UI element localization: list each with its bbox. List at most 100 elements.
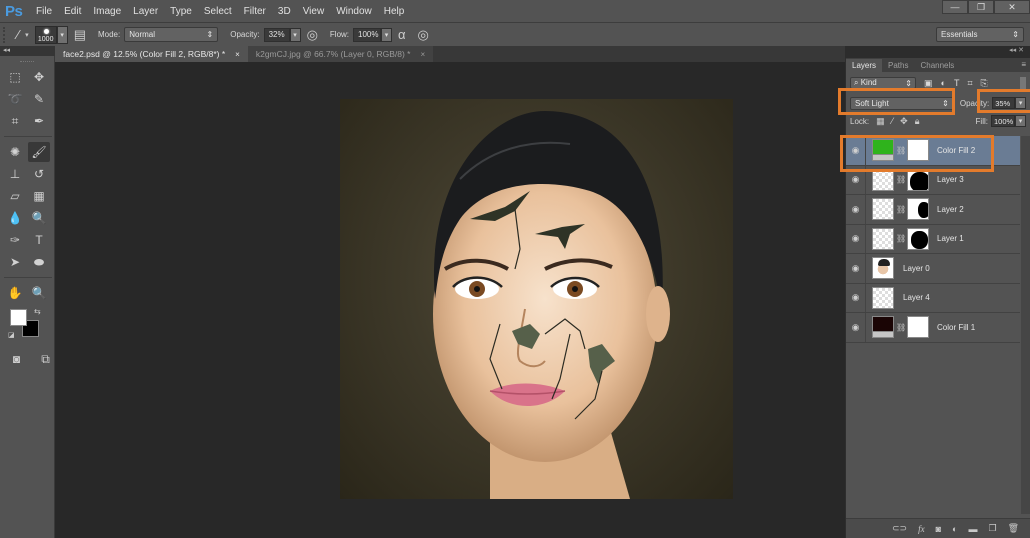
lock-all-icon[interactable]: 🔒︎ [915,116,920,127]
flow-input[interactable]: 100% [353,27,382,42]
menu-3d[interactable]: 3D [272,6,297,17]
photo-thumbnail[interactable] [872,257,894,280]
spot-healing-tool-icon[interactable]: ✺ [4,142,26,162]
menu-layer[interactable]: Layer [127,6,164,17]
close-tab-icon[interactable]: × [420,50,425,59]
brush-tool-icon[interactable]: 🖌 [28,142,50,162]
delete-layer-icon[interactable]: 🗑︎ [1008,523,1019,534]
filter-type-icon[interactable]: T [954,78,960,88]
visibility-eye-icon[interactable]: ◉ [846,224,866,253]
lock-position-icon[interactable]: ✥ [900,116,908,127]
fill-input[interactable]: 100% [991,115,1015,127]
pressure-size-icon[interactable]: ◎ [418,27,429,43]
path-selection-tool-icon[interactable]: ➤ [4,252,26,272]
fx-icon[interactable]: fx [918,524,925,534]
layer-row-layer-0[interactable]: ◉ Layer 0 [846,254,1020,284]
layer-thumbnail[interactable] [872,227,894,250]
options-grip[interactable] [3,26,11,43]
gradient-tool-icon[interactable]: ▦ [28,186,50,206]
panel-collapse-bar[interactable]: ◂◂ ✕ [845,46,1030,58]
layer-row-layer-1[interactable]: ◉ ⛓ Layer 1 [846,224,1020,254]
restore-button[interactable]: ❐ [968,0,994,14]
blend-mode-select[interactable]: Soft Light ⇕ [850,96,954,110]
airbrush-icon[interactable]: α [398,27,406,42]
visibility-eye-icon[interactable]: ◉ [846,195,866,224]
hand-tool-icon[interactable]: ✋ [4,283,26,303]
tab-face2[interactable]: face2.psd @ 12.5% (Color Fill 2, RGB/8*)… [55,46,248,62]
mask-thumbnail[interactable] [907,227,929,250]
layer-row-layer-3[interactable]: ◉ ⛓ Layer 3 [846,165,1020,195]
link-layers-icon[interactable]: ⊂⊃ [892,523,907,534]
layer-row-color-fill-2[interactable]: ◉ ⛓ Color Fill 2 [846,136,1020,166]
mask-thumbnail[interactable] [907,198,929,221]
menu-view[interactable]: View [297,6,331,17]
filter-toggle[interactable] [1020,77,1026,89]
lock-transparency-icon[interactable]: ▦ [876,116,885,127]
filter-pixel-icon[interactable]: ▣ [924,78,933,89]
opacity-input[interactable]: 32% [263,27,290,42]
blur-tool-icon[interactable]: 💧 [4,208,26,228]
brush-preset-dropdown[interactable]: ▾ [56,25,68,44]
menu-help[interactable]: Help [378,6,411,17]
zoom-tool-icon[interactable]: 🔍 [28,283,50,303]
filter-kind-select[interactable]: ⌕ Kind ⇕ [850,77,916,89]
add-mask-icon[interactable]: ◙ [936,524,941,534]
layer-row-layer-2[interactable]: ◉ ⛓ Layer 2 [846,195,1020,225]
chain-link-icon[interactable]: ⛓ [896,175,906,184]
visibility-eye-icon[interactable]: ◉ [846,165,866,194]
menu-filter[interactable]: Filter [238,6,272,17]
menu-type[interactable]: Type [164,6,198,17]
panel-menu-icon[interactable]: ≡ [1021,60,1026,69]
menu-window[interactable]: Window [330,6,378,17]
chain-link-icon[interactable]: ⛓ [896,234,906,243]
document-canvas[interactable] [340,99,733,499]
brush-panel-toggle-icon[interactable]: ▤ [74,27,86,43]
chain-link-icon[interactable]: ⛓ [896,323,906,332]
crop-tool-icon[interactable]: ⌗ [4,111,26,131]
layer-row-color-fill-1[interactable]: ◉ ⛓ Color Fill 1 [846,313,1020,343]
marquee-tool-icon[interactable]: ⬚ [4,67,26,87]
new-layer-icon[interactable]: ❐ [988,523,996,534]
chain-link-icon[interactable]: ⛓ [896,205,906,214]
layer-opacity-input[interactable]: 35% [992,97,1016,109]
flow-slider-toggle[interactable]: ▾ [381,27,393,42]
mask-thumbnail[interactable] [907,139,929,162]
dodge-tool-icon[interactable]: 🔍 [28,208,50,228]
mask-thumbnail[interactable] [907,168,929,191]
layer-row-layer-4[interactable]: ◉ Layer 4 [846,283,1020,313]
opacity-slider-toggle[interactable]: ▾ [289,27,301,42]
chain-link-icon[interactable]: ⛓ [896,146,906,155]
move-tool-icon[interactable]: ✥ [28,67,50,87]
brush-preset-picker[interactable]: 1000 [34,25,57,44]
eraser-tool-icon[interactable]: ▱ [4,186,26,206]
menu-select[interactable]: Select [198,6,238,17]
visibility-eye-icon[interactable]: ◉ [846,254,866,283]
screen-mode-icon[interactable]: ⧉ [37,349,54,369]
layers-scrollbar[interactable] [1021,136,1030,514]
new-group-icon[interactable]: ▬ [968,524,977,534]
type-tool-icon[interactable]: T [28,230,50,250]
tab-layers[interactable]: Layers [846,59,883,72]
tab-paths[interactable]: Paths [882,59,914,72]
clone-stamp-tool-icon[interactable]: ⊥ [4,164,26,184]
minimize-button[interactable]: — [942,0,968,14]
swap-colors-icon[interactable]: ⇆ [34,307,41,316]
pressure-opacity-icon[interactable]: ◎ [307,27,318,43]
layer-opacity-slider-toggle[interactable]: ▾ [1015,97,1026,109]
lasso-tool-icon[interactable]: ➰ [4,89,26,109]
visibility-eye-icon[interactable]: ◉ [846,136,866,165]
mask-thumbnail[interactable] [907,316,929,339]
adjustment-layer-icon[interactable]: ◐ [952,524,957,534]
visibility-eye-icon[interactable]: ◉ [846,283,866,312]
toolbar-grip[interactable] [20,61,34,63]
mode-select[interactable]: Normal ⇕ [124,27,219,42]
filter-smart-object-icon[interactable]: ⎘ [981,78,988,89]
layer-thumbnail[interactable] [872,198,894,221]
tab-k2gmcj[interactable]: k2gmCJ.jpg @ 66.7% (Layer 0, RGB/8) * × [247,46,434,62]
menu-file[interactable]: File [30,6,58,17]
filter-adjustment-icon[interactable]: ◐ [941,78,946,88]
close-button[interactable]: ✕ [994,0,1030,14]
history-brush-tool-icon[interactable]: ↺ [28,164,50,184]
eyedropper-tool-icon[interactable]: ✒ [28,111,50,131]
default-colors-icon[interactable]: ◪ [8,331,15,339]
